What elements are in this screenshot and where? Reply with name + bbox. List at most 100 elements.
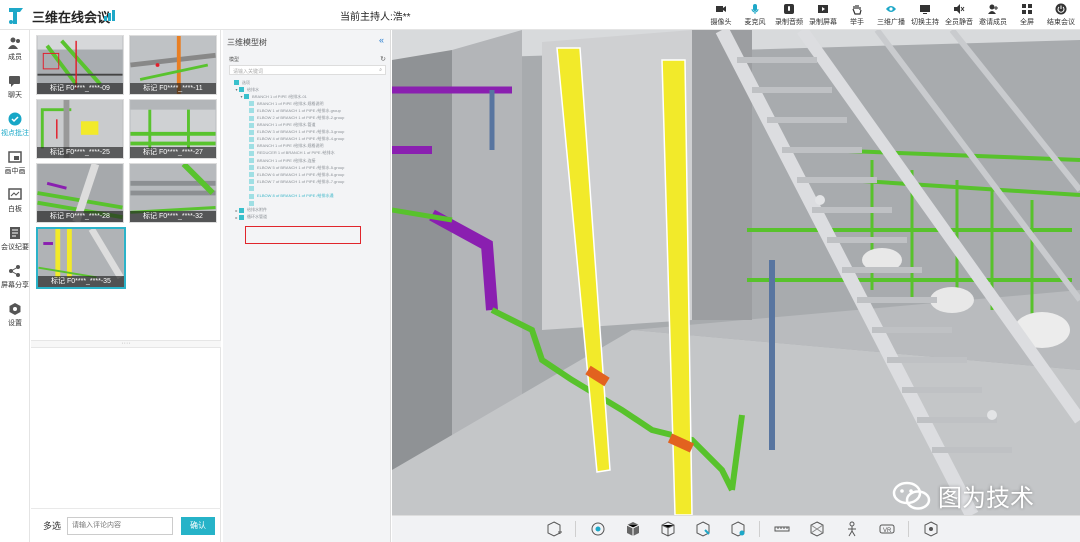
tree-node-label: ELBOW 8 of BRANCH 1 of PIPE /给排水通 <box>257 193 334 199</box>
nav-pip[interactable]: 画中画 <box>0 144 30 182</box>
tree-node[interactable]: ELBOW 6 of BRANCH 1 of PIPE /给排水-6.group <box>223 171 390 178</box>
mute-all-button[interactable]: 全员静音 <box>942 0 976 30</box>
viewpoint-thumbnail[interactable]: 标记 F0****_****-32 <box>129 163 217 223</box>
tree-search-input[interactable]: 请输入关键词 ⌕ <box>229 65 386 75</box>
tree-node-label: BRANCH 1 of PIPE /给排水-管道 <box>257 122 316 128</box>
viewpoint-thumbnail-selected[interactable]: 标记 F0****_****-35 <box>36 227 126 289</box>
end-meeting-button[interactable]: 结束会议 <box>1044 0 1078 30</box>
tree-checkbox[interactable] <box>234 80 239 86</box>
tree-checkbox[interactable] <box>249 143 254 149</box>
collapse-panel-icon[interactable]: « <box>379 35 384 45</box>
3d-viewport[interactable] <box>392 30 1080 515</box>
tree-checkbox[interactable] <box>249 172 254 178</box>
viewpoint-thumbnail[interactable]: 标记 F0****_****-11 <box>129 35 217 95</box>
vr-button[interactable]: VR <box>873 518 900 540</box>
microphone-icon <box>751 4 759 14</box>
tree-checkbox[interactable] <box>249 115 254 121</box>
viewpoint-thumbnail[interactable]: 标记 F0****_****-25 <box>36 99 124 159</box>
tree-node[interactable]: ELBOW 1 of BRANCH 1 of PIPE /给排水.group <box>223 107 390 114</box>
tree-checkbox[interactable] <box>249 108 254 114</box>
tree-node[interactable] <box>223 200 390 207</box>
app-title: 三维在线会议 <box>32 10 111 25</box>
tree-checkbox[interactable] <box>249 186 254 192</box>
tree-checkbox[interactable] <box>249 158 254 164</box>
tree-checkbox[interactable] <box>249 179 254 185</box>
tree-node[interactable]: BRANCH 1 of PIPE /给排水-规格说明 <box>223 143 390 150</box>
record-audio-button[interactable]: 录制音频 <box>772 0 806 30</box>
microphone-button[interactable]: 麦克风 <box>738 0 772 30</box>
viewpoint-thumbnail[interactable]: 标记 F0****_****-09 <box>36 35 124 95</box>
tree-node[interactable]: 选项 <box>223 79 390 86</box>
cube-settings-button[interactable] <box>724 518 751 540</box>
tree-checkbox[interactable] <box>239 87 244 93</box>
model-tool-button[interactable] <box>917 518 944 540</box>
tree-checkbox[interactable] <box>239 214 244 220</box>
cube-view-button[interactable] <box>654 518 681 540</box>
tree-node[interactable]: ELBOW 3 of BRANCH 1 of PIPE /给排水-3.group <box>223 129 390 136</box>
nav-members[interactable]: 成员 <box>0 30 30 68</box>
nav-viewpoint[interactable]: 视点批注 <box>0 106 30 144</box>
3d-broadcast-button[interactable]: 三维广播 <box>874 0 908 30</box>
tree-node[interactable]: ▾ BRANCH 1 of PIPE /给排水-01 <box>223 93 390 100</box>
model-tree-header: 三维模型树 « <box>223 30 390 52</box>
3d-toolbar: VR <box>392 515 1080 542</box>
signal-icon <box>104 9 115 21</box>
tree-node-label: ELBOW 5 of BRANCH 1 of PIPE /给排水-5.group <box>257 164 345 170</box>
tree-node-label: BRANCH 1 of PIPE /给排水-规格说明 <box>257 143 324 149</box>
comment-input[interactable] <box>67 516 174 535</box>
add-model-button[interactable] <box>540 518 567 540</box>
nav-minutes[interactable]: 会议纪要 <box>0 220 30 258</box>
measure-button[interactable] <box>768 518 795 540</box>
tree-node[interactable]: BRANCH 1 of PIPE /给排水-规格说明 <box>223 100 390 107</box>
model-tree-label: 模型 ↻ <box>229 55 386 63</box>
camera-icon <box>716 6 726 12</box>
tree-node[interactable]: BRANCH 1 of PIPE /给排水-连接 <box>223 157 390 164</box>
refresh-icon[interactable]: ↻ <box>380 55 386 63</box>
tree-node[interactable]: REDUCER 1 of BRANCH 1 of PIPE /给排水 <box>223 150 390 157</box>
tree-checkbox[interactable] <box>249 165 254 171</box>
tree-node[interactable]: ▸ 循环水管道 <box>223 214 390 221</box>
tree-checkbox[interactable] <box>249 136 254 142</box>
tree-node[interactable]: ▸ 给排水附件 <box>223 207 390 214</box>
tree-checkbox[interactable] <box>244 94 249 100</box>
walk-button[interactable] <box>838 518 865 540</box>
tree-checkbox[interactable] <box>239 207 244 213</box>
tree-node[interactable]: ELBOW 5 of BRANCH 1 of PIPE /给排水-5.group <box>223 164 390 171</box>
focus-button[interactable] <box>584 518 611 540</box>
nav-chat[interactable]: 聊天 <box>0 68 30 106</box>
tree-checkbox[interactable] <box>249 200 254 206</box>
multi-select-label[interactable]: 多选 <box>43 519 61 532</box>
tree-checkbox[interactable] <box>249 150 254 156</box>
camera-button[interactable]: 摄像头 <box>704 0 738 30</box>
nav-share-screen[interactable]: 屏幕分享 <box>0 258 30 296</box>
switch-host-button[interactable]: 切换主持 <box>908 0 942 30</box>
cube-button[interactable] <box>619 518 646 540</box>
tree-node[interactable]: ELBOW 7 of BRANCH 1 of PIPE /给排水-7.group <box>223 178 390 185</box>
walk-icon <box>847 521 856 537</box>
fullscreen-button[interactable]: 全屏 <box>1010 0 1044 30</box>
section-box-icon <box>810 521 823 537</box>
tree-checkbox[interactable] <box>249 193 254 199</box>
tree-node[interactable]: ELBOW 2 of BRANCH 1 of PIPE /给排水-2.group <box>223 114 390 121</box>
record-screen-button[interactable]: 录制屏幕 <box>806 0 840 30</box>
search-icon[interactable]: ⌕ <box>379 67 382 73</box>
nav-whiteboard[interactable]: 白板 <box>0 182 30 220</box>
tree-node[interactable]: ELBOW 4 of BRANCH 1 of PIPE /给排水-4.group <box>223 136 390 143</box>
cube-edit-button[interactable] <box>689 518 716 540</box>
panel-resize-handle[interactable]: ···· <box>31 340 221 348</box>
section-box-button[interactable] <box>803 518 830 540</box>
tree-node[interactable] <box>223 185 390 192</box>
viewpoint-thumbnail[interactable]: 标记 F0****_****-28 <box>36 163 124 223</box>
cube-edit-icon <box>696 521 710 537</box>
nav-settings[interactable]: 设置 <box>0 296 30 334</box>
tree-node[interactable]: BRANCH 1 of PIPE /给排水-管道 <box>223 122 390 129</box>
viewpoint-thumbnail[interactable]: 标记 F0****_****-27 <box>129 99 217 159</box>
invite-members-button[interactable]: 邀请成员 <box>976 0 1010 30</box>
tree-node-selected[interactable]: ELBOW 8 of BRANCH 1 of PIPE /给排水通 <box>223 193 390 200</box>
tree-checkbox[interactable] <box>249 129 254 135</box>
confirm-button[interactable]: 确认 <box>181 516 216 535</box>
raise-hand-button[interactable]: 举手 <box>840 0 874 30</box>
tree-node[interactable]: ▾ 给排水 <box>223 86 390 93</box>
tree-checkbox[interactable] <box>249 101 254 107</box>
tree-checkbox[interactable] <box>249 122 254 128</box>
